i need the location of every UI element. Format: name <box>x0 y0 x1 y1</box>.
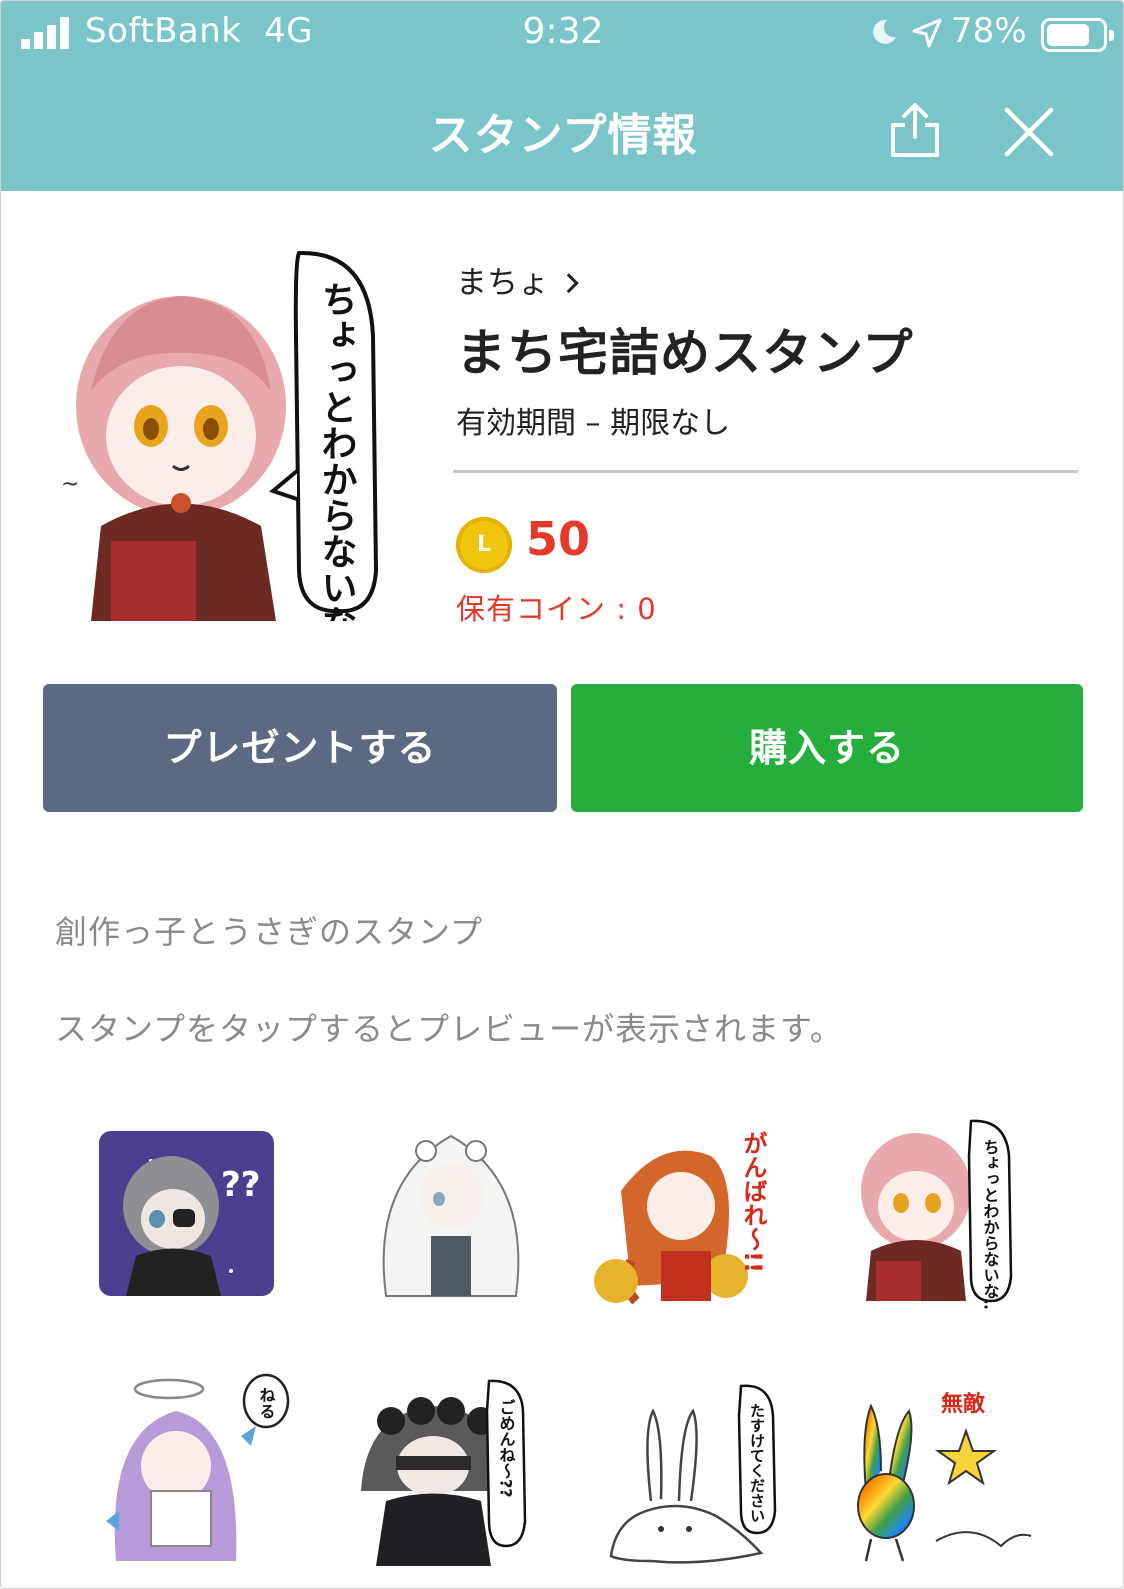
top-bar: SoftBank 4G 9:32 78% スタンプ情報 <box>1 1 1123 191</box>
share-icon[interactable] <box>887 101 943 159</box>
sticker-text: がんばれ〜!! <box>739 1130 767 1273</box>
location-arrow-icon <box>912 18 942 48</box>
sticker-orange-cheer-girl[interactable]: がんばれ〜!! <box>591 1111 821 1311</box>
author-link[interactable]: まちょ <box>456 257 579 302</box>
sticker-bubble-text: ちょっとわからないな… <box>316 281 357 621</box>
battery-icon <box>1041 18 1114 52</box>
sticker-main-image: ~ ちょっとわからないな… <box>61 250 379 621</box>
svg-text:??: ?? <box>221 1165 260 1205</box>
page-title: スタンプ情報 <box>428 110 698 161</box>
buy-button[interactable]: 購入する <box>571 684 1083 812</box>
sticker-text: たすけてください <box>748 1403 766 1523</box>
close-icon[interactable] <box>1001 104 1057 160</box>
sticker-text: ねる <box>257 1387 276 1419</box>
status-bar: SoftBank 4G 9:32 78% <box>1 1 1123 71</box>
chevron-right-icon <box>558 273 579 294</box>
sticker-text: 無敵 <box>941 1391 986 1417</box>
sticker-rainbow-rabbit-star[interactable]: 無敵 <box>841 1371 1071 1571</box>
pack-description: 創作っ子とうさぎのスタンプ <box>55 913 484 951</box>
sticker-text: ごめんね〜?? <box>497 1398 516 1497</box>
sticker-purple-angel[interactable]: ねる <box>91 1371 321 1571</box>
line-coin-icon: L <box>456 517 512 573</box>
sticker-melting-rabbit[interactable]: たすけてください <box>591 1371 821 1571</box>
battery-percent: 78% <box>951 11 1027 51</box>
price: 50 <box>526 512 591 566</box>
stamp-info-screen: SoftBank 4G 9:32 78% スタンプ情報 ~ ちょっとわからないな… <box>0 0 1124 1589</box>
sticker-text: ちょっとわからないな… <box>981 1139 1000 1311</box>
sticker-black-rose-girl[interactable]: ごめんね〜?? <box>341 1371 571 1571</box>
preview-hint: スタンプをタップするとプレビューが表示されます。 <box>55 1010 843 1048</box>
gift-button[interactable]: プレゼントする <box>43 684 557 812</box>
svg-text:~: ~ <box>61 472 79 497</box>
owned-coins: 保有コイン : 0 <box>456 592 657 626</box>
validity-period: 有効期間 – 期限なし <box>456 406 731 441</box>
sticker-grey-hair-eyepatch-question[interactable]: ?? <box>91 1111 321 1311</box>
moon-icon <box>873 19 896 44</box>
sticker-white-veil-girl[interactable] <box>341 1111 571 1311</box>
sticker-pack-name: まち宅詰めスタンプ <box>456 324 914 382</box>
sticker-pink-hair-book[interactable]: ちょっとわからないな… <box>841 1111 1071 1311</box>
divider <box>453 470 1078 473</box>
